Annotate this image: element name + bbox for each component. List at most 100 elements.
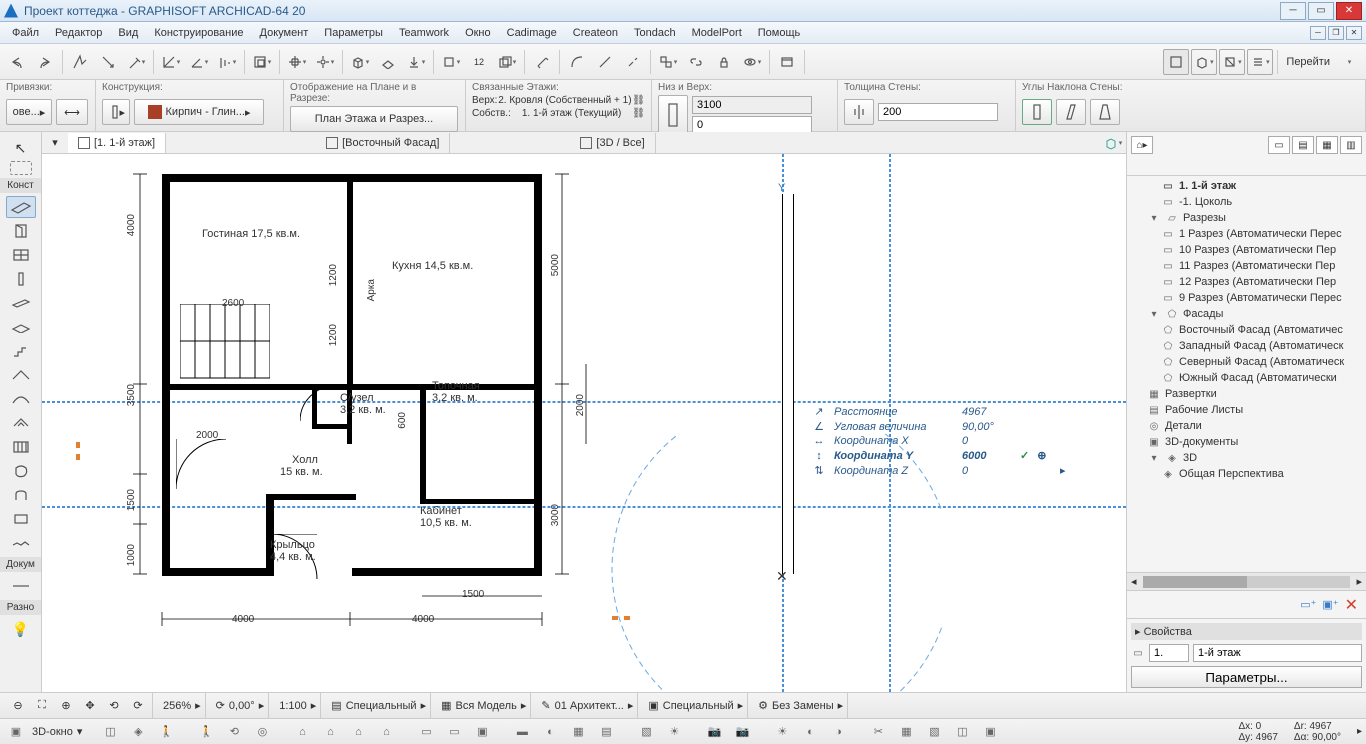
menu-design[interactable]: Конструирование	[146, 25, 251, 41]
angle-value[interactable]: 0,00°	[229, 700, 255, 712]
shell-tool[interactable]	[6, 388, 36, 410]
tab-expand-button[interactable]: ▾	[42, 130, 68, 156]
navigator-scrollbar[interactable]: ◂▸	[1127, 572, 1366, 590]
bb-cube-1[interactable]: ◫	[98, 722, 122, 742]
tab-floor1[interactable]: [1. 1-й этаж]	[68, 133, 166, 153]
bb-tool-3[interactable]: ▧	[922, 722, 946, 742]
tree-section-1[interactable]: ▭1 Разрез (Автоматически Перес	[1129, 226, 1364, 242]
zoom-next-button[interactable]: ⟳	[128, 696, 148, 716]
tree-section-12[interactable]: ▭12 Разрез (Автоматически Пер	[1129, 274, 1364, 290]
expand-icon[interactable]: ▸	[1060, 464, 1066, 477]
cat-more[interactable]: Разно	[0, 600, 41, 615]
snap-button[interactable]: ове...▸	[6, 99, 52, 125]
skylight-tool[interactable]	[6, 412, 36, 434]
bb-house-1[interactable]: ⌂	[290, 722, 314, 742]
bb-section-1[interactable]: ▬	[510, 722, 534, 742]
penset-value[interactable]: 01 Архитект...	[555, 700, 624, 712]
rotate-icon[interactable]: ⟳	[216, 699, 225, 712]
tree-facade-north[interactable]: ⬠Северный Фасад (Автоматическ	[1129, 354, 1364, 370]
object-tool[interactable]	[6, 484, 36, 506]
cat-construct[interactable]: Конст	[0, 178, 41, 193]
nav-view-button[interactable]: ▤	[1292, 136, 1314, 154]
measure-button[interactable]	[529, 49, 555, 75]
menu-cadimage[interactable]: Cadimage	[499, 25, 565, 41]
cat-document[interactable]: Докум	[0, 557, 41, 572]
thickness-input[interactable]	[878, 103, 998, 121]
height-icon-button[interactable]	[658, 95, 688, 135]
roof-tool[interactable]	[6, 364, 36, 386]
plan-display-dropdown[interactable]: План Этажа и Разрез...	[290, 106, 458, 132]
tab-3d[interactable]: [3D / Все]	[570, 133, 655, 153]
suspend-button[interactable]	[438, 49, 464, 75]
menu-teamwork[interactable]: Teamwork	[391, 25, 457, 41]
bb-tool-5[interactable]: ▣	[978, 722, 1002, 742]
window-button[interactable]	[774, 49, 800, 75]
filter-value[interactable]: Вся Модель	[456, 700, 517, 712]
beam-tool[interactable]	[6, 292, 36, 314]
zoom-pan-button[interactable]: ✥	[80, 696, 100, 716]
settings-button[interactable]: Параметры...	[1131, 666, 1362, 688]
plane-button[interactable]	[375, 49, 401, 75]
delete-button[interactable]: ✕	[1345, 595, 1358, 615]
window-3d-label[interactable]: 3D-окно	[32, 726, 73, 738]
child-minimize-button[interactable]: ─	[1310, 26, 1326, 40]
arrow-tool[interactable]: ↖	[6, 137, 36, 159]
props-number-input[interactable]	[1149, 644, 1189, 662]
tree-facade-east[interactable]: ⬠Восточный Фасад (Автоматичес	[1129, 322, 1364, 338]
zoom-prev-button[interactable]: ⟲	[104, 696, 124, 716]
bb-camera-1[interactable]: 📷	[702, 722, 726, 742]
wall-slanted-button[interactable]	[1056, 99, 1086, 125]
height-top-input[interactable]	[692, 96, 812, 114]
lock-button[interactable]	[711, 49, 737, 75]
tree-sections[interactable]: ▾▱Разрезы	[1129, 210, 1364, 226]
coord-expand-icon[interactable]: ▸	[1357, 726, 1362, 737]
bb-tool-2[interactable]: ▦	[894, 722, 918, 742]
scale-value[interactable]: 1:100	[279, 700, 307, 712]
bb-tool-1[interactable]: ✂	[866, 722, 890, 742]
goto-dropdown[interactable]	[1336, 49, 1362, 75]
link-button[interactable]	[683, 49, 709, 75]
wall-vertical-button[interactable]	[1022, 99, 1052, 125]
lamp-tool[interactable]: 💡	[6, 618, 36, 640]
floor-own-link-icon[interactable]: ⛓	[632, 108, 645, 119]
nav-map-button[interactable]: ▭	[1268, 136, 1290, 154]
new-view-button[interactable]: ▭⁺	[1300, 598, 1316, 611]
menu-tondach[interactable]: Tondach	[626, 25, 684, 41]
props-name-input[interactable]	[1193, 644, 1362, 662]
inject-button[interactable]	[95, 49, 121, 75]
window-3d-button[interactable]: ▣	[4, 722, 28, 742]
number-button[interactable]: 12	[466, 49, 492, 75]
nav-publish-button[interactable]: ▥	[1340, 136, 1362, 154]
zoom-out-button[interactable]: ⊖	[8, 696, 28, 716]
column-tool[interactable]	[6, 268, 36, 290]
navigator-tree[interactable]: ▭1. 1-й этаж ▭-1. Цоколь ▾▱Разрезы ▭1 Ра…	[1127, 176, 1366, 572]
goto-label[interactable]: Перейти	[1282, 56, 1334, 68]
zoom-fit-button[interactable]: ⛶	[32, 696, 52, 716]
grid-button[interactable]	[284, 49, 310, 75]
bb-house-3[interactable]: ⌂	[346, 722, 370, 742]
tree-unfolds[interactable]: ▦Развертки	[1129, 386, 1364, 402]
stair-tool[interactable]	[6, 340, 36, 362]
menu-createon[interactable]: Createon	[565, 25, 626, 41]
tab-east-facade[interactable]: [Восточный Фасад]	[316, 133, 450, 153]
nav-layout-button[interactable]: ▦	[1316, 136, 1338, 154]
zoom-value[interactable]: 256%	[163, 700, 191, 712]
mesh-tool[interactable]	[6, 532, 36, 554]
bb-sun-1[interactable]: ☀	[770, 722, 794, 742]
menu-view[interactable]: Вид	[110, 25, 146, 41]
bb-view-1[interactable]: ▭	[414, 722, 438, 742]
tree-facade-south[interactable]: ⬠Южный Фасад (Автоматически	[1129, 370, 1364, 386]
check-icon[interactable]: ✓	[1020, 449, 1029, 462]
tree-floor1[interactable]: ▭1. 1-й этаж	[1129, 178, 1364, 194]
bb-sun-2[interactable]: ◐	[798, 722, 822, 742]
redo-button[interactable]	[32, 49, 58, 75]
bb-camera-2[interactable]: 📷	[730, 722, 754, 742]
morph-tool[interactable]	[6, 460, 36, 482]
menu-options[interactable]: Параметры	[316, 25, 391, 41]
bb-house-2[interactable]: ⌂	[318, 722, 342, 742]
view-2d-button[interactable]	[1163, 49, 1189, 75]
undo-button[interactable]	[4, 49, 30, 75]
zoom-in-button[interactable]: ⊕	[56, 696, 76, 716]
gravity-button[interactable]	[403, 49, 429, 75]
target-icon[interactable]: ⊕	[1037, 449, 1046, 462]
